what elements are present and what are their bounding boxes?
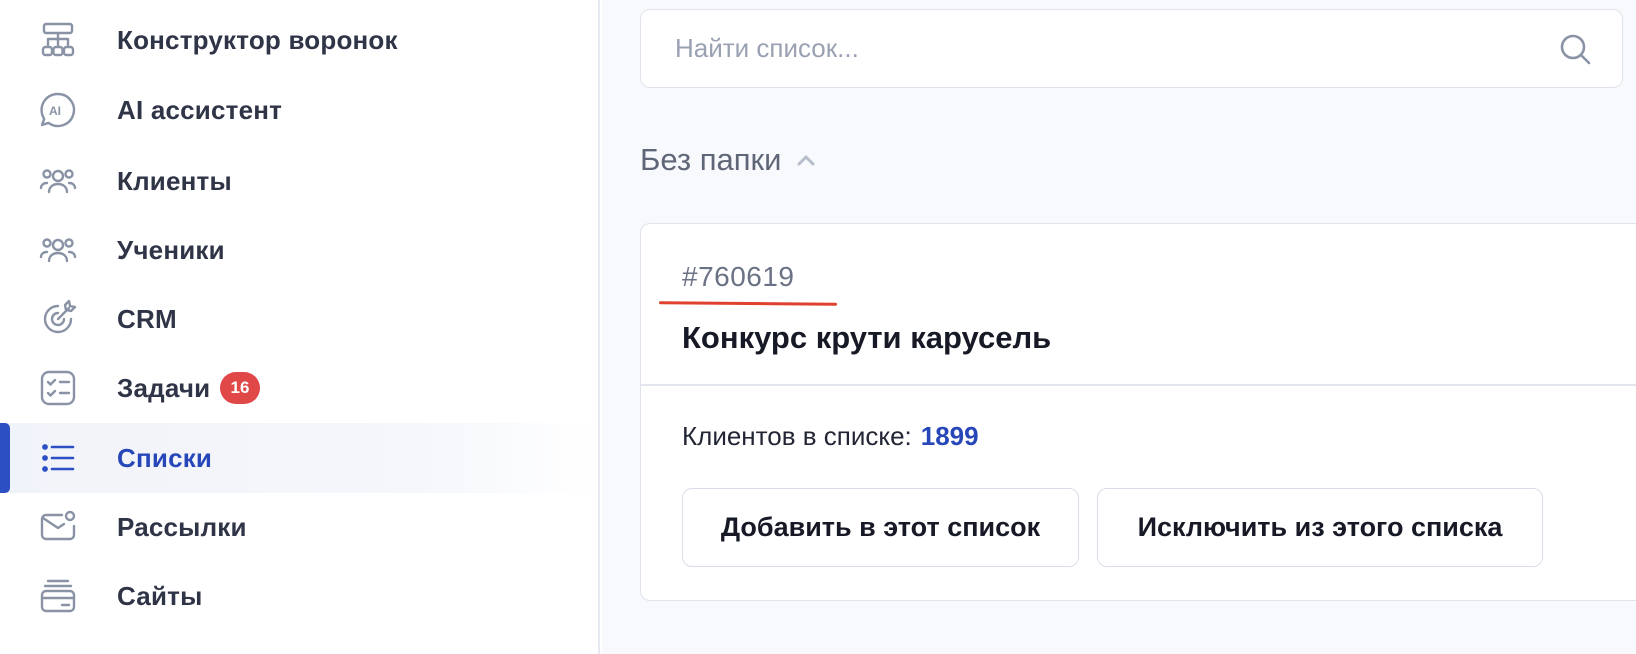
exclude-from-list-button[interactable]: Исключить из этого списка — [1097, 488, 1543, 567]
search-box — [640, 9, 1623, 88]
sidebar-item-label: Клиенты — [117, 165, 232, 196]
sidebar-item-label: CRM — [117, 303, 177, 334]
sidebar-item-label: Задачи — [117, 372, 211, 403]
list-card: #760619 Конкурс крути карусель Клиентов … — [640, 223, 1636, 601]
mail-icon — [38, 507, 78, 547]
folder-toggle[interactable]: Без папки — [640, 142, 817, 178]
list-name: Конкурс крути карусель — [682, 320, 1052, 355]
card-divider — [641, 384, 1636, 386]
sidebar-item-funnel-builder[interactable]: Конструктор воронок — [0, 5, 600, 75]
client-count-value: 1899 — [920, 421, 979, 451]
client-count-label: Клиентов в списке: — [682, 421, 912, 451]
active-indicator — [0, 423, 10, 493]
sidebar-item-lists[interactable]: Списки — [0, 423, 600, 493]
folder-title: Без папки — [640, 142, 782, 177]
list-id: #760619 — [682, 261, 795, 292]
search-input[interactable] — [643, 12, 1543, 84]
sidebar-item-ai-assistant[interactable]: AI AI ассистент — [0, 75, 600, 145]
svg-text:AI: AI — [49, 104, 61, 118]
ai-assistant-icon: AI — [38, 90, 78, 130]
sidebar-item-label: Сайты — [117, 580, 203, 611]
sidebar-item-students[interactable]: Ученики — [0, 215, 600, 285]
tasks-count-badge: 16 — [220, 372, 260, 404]
chevron-up-icon — [797, 155, 815, 166]
sidebar-item-label: Ученики — [117, 234, 225, 265]
sidebar-item-label: AI ассистент — [117, 94, 283, 125]
tasks-icon — [38, 368, 78, 408]
search-icon[interactable] — [1558, 32, 1592, 66]
sidebar: Конструктор воронок AI AI ассистент Клие… — [0, 0, 600, 654]
sites-icon — [38, 576, 78, 616]
main-content: Без папки #760619 Конкурс крути карусель… — [602, 0, 1636, 654]
annotation-underline — [658, 301, 838, 306]
clients-icon — [38, 161, 78, 201]
lists-icon — [38, 438, 78, 478]
sidebar-item-label: Конструктор воронок — [117, 24, 398, 55]
funnel-builder-icon — [38, 20, 78, 60]
sidebar-item-label: Рассылки — [117, 511, 247, 542]
add-to-list-button[interactable]: Добавить в этот список — [682, 488, 1079, 567]
sidebar-item-tasks[interactable]: Задачи 16 — [0, 353, 600, 423]
students-icon — [38, 230, 78, 270]
crm-target-icon — [38, 299, 78, 339]
sidebar-item-crm[interactable]: CRM — [0, 284, 600, 354]
sidebar-item-mailings[interactable]: Рассылки — [0, 492, 600, 562]
sidebar-item-clients[interactable]: Клиенты — [0, 146, 600, 216]
sidebar-item-sites[interactable]: Сайты — [0, 561, 600, 631]
client-count: Клиентов в списке: 1899 — [682, 421, 979, 452]
sidebar-item-label: Списки — [117, 442, 213, 473]
